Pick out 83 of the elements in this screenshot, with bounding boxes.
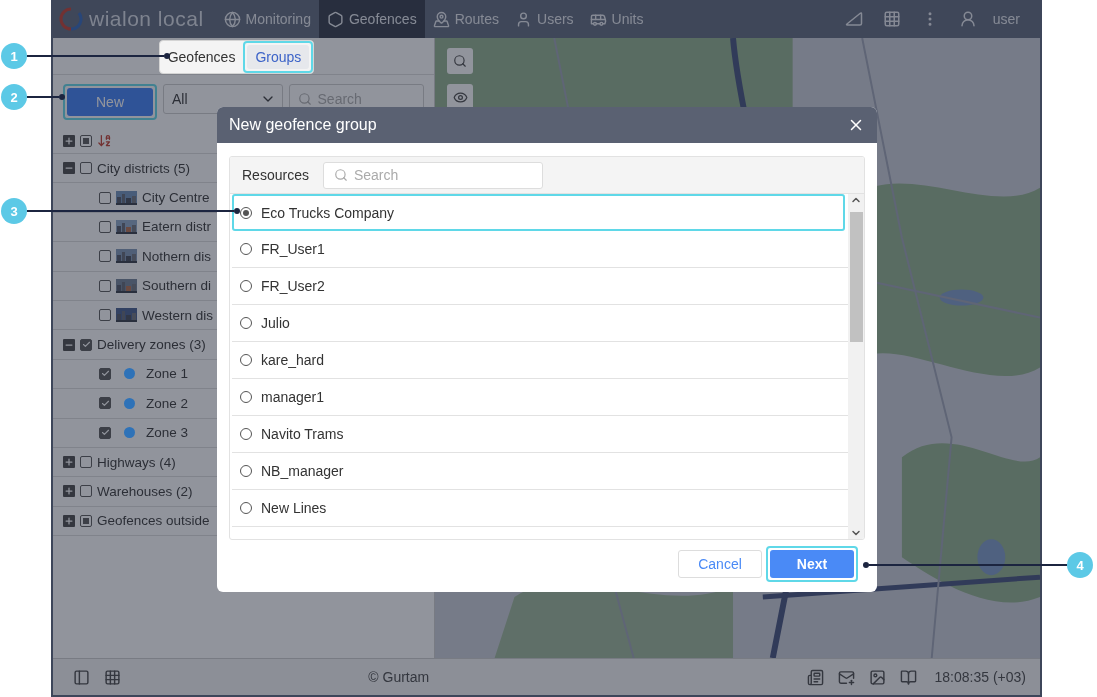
clock-time: 18:08:35 (+03)	[933, 669, 1026, 685]
checkbox[interactable]	[99, 279, 111, 292]
nav-tab[interactable]: Geofences	[318, 0, 425, 38]
cancel-button[interactable]: Cancel	[678, 550, 762, 578]
search-icon	[333, 168, 348, 182]
search-field[interactable]: Search	[322, 161, 543, 189]
checkbox[interactable]	[80, 456, 92, 469]
geofences-icon	[326, 10, 344, 28]
checkbox[interactable]	[80, 162, 92, 175]
group-name[interactable]: Delivery zones (3)	[97, 337, 206, 353]
routes-icon	[432, 10, 450, 28]
geofence-name[interactable]: Zone 1	[146, 366, 189, 382]
group-name[interactable]: City districts (5)	[97, 160, 190, 176]
leader-line	[27, 94, 65, 100]
newspaper-icon[interactable]	[806, 668, 824, 686]
resource-item[interactable]: Julio	[232, 305, 848, 342]
geofence-name[interactable]: Eatern distr	[142, 219, 212, 235]
eye-button[interactable]	[447, 84, 473, 110]
nav-tab[interactable]: Users	[507, 0, 582, 38]
expand-icon[interactable]	[63, 456, 75, 469]
resource-item[interactable]: FR_User2	[232, 268, 848, 305]
logo-text: wialon local	[89, 7, 204, 31]
grid-icon[interactable]	[104, 668, 121, 686]
logo-icon	[59, 7, 83, 31]
checkbox[interactable]	[99, 191, 111, 204]
geofence-name[interactable]: City Centre	[142, 190, 210, 206]
checkbox[interactable]	[99, 220, 111, 233]
monitoring-icon	[223, 10, 241, 28]
image-icon[interactable]	[868, 668, 886, 686]
resource-item[interactable]: manager1	[232, 379, 848, 416]
geofence-name[interactable]: Nothern dis	[142, 248, 212, 264]
search-icon	[453, 54, 467, 68]
panel-icon[interactable]	[73, 668, 90, 686]
group-name[interactable]: Highways (4)	[97, 454, 176, 470]
geofence-name[interactable]: Zone 2	[146, 395, 189, 411]
checkbox[interactable]	[80, 485, 92, 498]
collapse-icon[interactable]	[63, 338, 75, 351]
eye-icon	[452, 89, 468, 105]
nav-tab[interactable]: Routes	[424, 0, 507, 38]
checkbox[interactable]	[80, 134, 92, 147]
search-icon	[297, 92, 312, 106]
nav-tab[interactable]: Monitoring	[215, 0, 319, 38]
resource-item[interactable]: FR_User1	[232, 231, 848, 268]
callout-number: 2	[1, 84, 27, 110]
checkbox[interactable]	[80, 338, 92, 351]
expand-icon[interactable]	[63, 514, 75, 527]
new-button[interactable]: New	[67, 88, 153, 116]
checkbox[interactable]	[99, 397, 111, 410]
dialog-title: New geofence group	[229, 116, 377, 134]
checkbox[interactable]	[99, 250, 111, 263]
checkbox[interactable]	[99, 426, 111, 439]
expand-all-icon[interactable]	[63, 134, 75, 147]
geofence-name[interactable]: Southern di	[142, 278, 212, 294]
geofence-name[interactable]: Zone 3	[146, 425, 189, 441]
mail-icon[interactable]	[837, 668, 855, 686]
resource-item[interactable]: NB_manager	[232, 453, 848, 490]
callout-number: 1	[1, 43, 27, 69]
geofence-name[interactable]: Western dis	[142, 307, 214, 323]
sort-icon[interactable]	[97, 133, 112, 148]
resources-label: Resources	[242, 167, 309, 183]
user-name[interactable]: user	[986, 0, 1040, 38]
callout-number: 3	[1, 198, 27, 224]
resource-item[interactable]: New Lines	[232, 490, 848, 527]
panel-tab[interactable]: Geofences	[159, 41, 244, 73]
resource-item[interactable]: kare_hard	[232, 342, 848, 379]
scrollbar[interactable]	[848, 194, 864, 539]
book-icon[interactable]	[899, 668, 917, 686]
expand-icon[interactable]	[63, 485, 75, 498]
resource-item[interactable]: Eco Trucks Company	[232, 194, 845, 231]
users-icon	[515, 10, 532, 28]
nav-tab[interactable]: Units	[581, 0, 652, 38]
search-button[interactable]	[447, 48, 473, 74]
panel-tab[interactable]: Groups	[247, 45, 310, 69]
resource-item[interactable]: Navito Trams	[232, 416, 848, 453]
copyright-text: © Gurtam	[367, 669, 431, 685]
next-button[interactable]: Next	[770, 550, 854, 578]
checkbox[interactable]	[99, 309, 111, 322]
callout-number: 4	[1067, 552, 1093, 578]
checkbox[interactable]	[80, 514, 92, 527]
group-name[interactable]: Warehouses (2)	[97, 484, 193, 499]
checkbox[interactable]	[99, 367, 111, 380]
group-name[interactable]: Geofences outside	[97, 513, 210, 529]
collapse-icon[interactable]	[63, 162, 75, 175]
